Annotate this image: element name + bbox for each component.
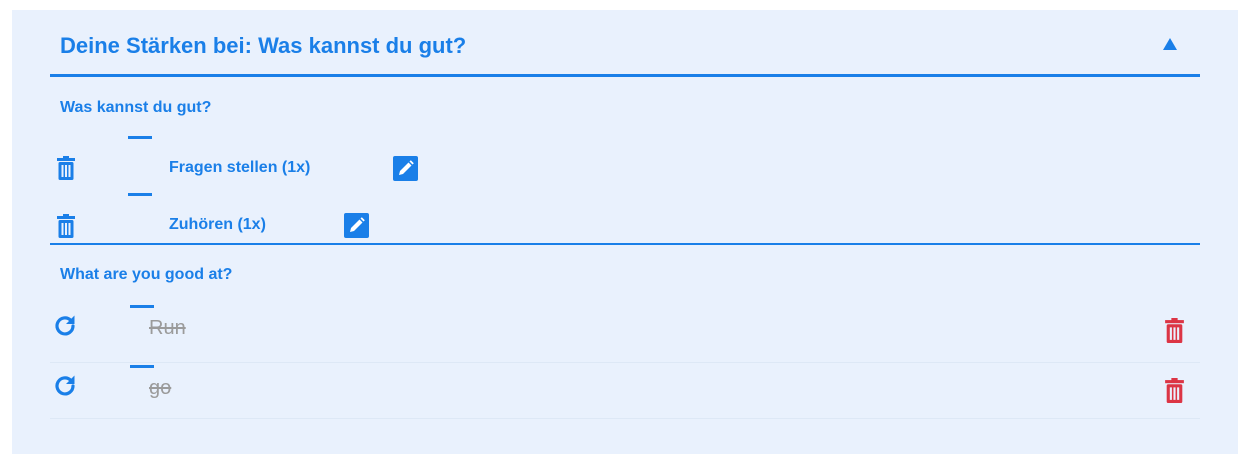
section-title: Was kannst du gut?: [60, 99, 212, 116]
refresh-icon[interactable]: [52, 373, 78, 399]
dash-marker: [128, 136, 152, 139]
trash-icon[interactable]: [1165, 318, 1184, 343]
pencil-icon[interactable]: [344, 213, 369, 238]
strengths-panel: Deine Stärken bei: Was kannst du gut? Wa…: [12, 10, 1238, 454]
item-label: Fragen stellen (1x): [169, 159, 311, 176]
section-german: Was kannst du gut? Fragen stellen (1x) Z…: [50, 77, 1200, 245]
dash-marker: [130, 305, 154, 308]
page-title: Deine Stärken bei: Was kannst du gut?: [60, 33, 467, 58]
row-divider: [50, 362, 1200, 363]
panel-header[interactable]: Deine Stärken bei: Was kannst du gut?: [50, 10, 1200, 77]
triangle-up-icon[interactable]: [1162, 36, 1178, 52]
pencil-icon[interactable]: [393, 156, 418, 181]
item-label: go: [149, 377, 172, 399]
item-label: Zuhören (1x): [169, 216, 266, 233]
row-divider: [50, 418, 1200, 419]
section-english: What are you good at? Run go: [50, 245, 1200, 420]
list-item: Zuhören (1x): [50, 190, 1200, 240]
trash-icon[interactable]: [57, 214, 75, 238]
dash-marker: [130, 365, 154, 368]
list-item: go: [50, 365, 1200, 425]
item-label: Run: [149, 317, 186, 339]
refresh-icon[interactable]: [52, 313, 78, 339]
list-item: Fragen stellen (1x): [50, 133, 1200, 183]
dash-marker: [128, 193, 152, 196]
trash-icon[interactable]: [1165, 378, 1184, 403]
section-title: What are you good at?: [60, 266, 233, 283]
list-item: Run: [50, 303, 1200, 363]
trash-icon[interactable]: [57, 156, 75, 180]
